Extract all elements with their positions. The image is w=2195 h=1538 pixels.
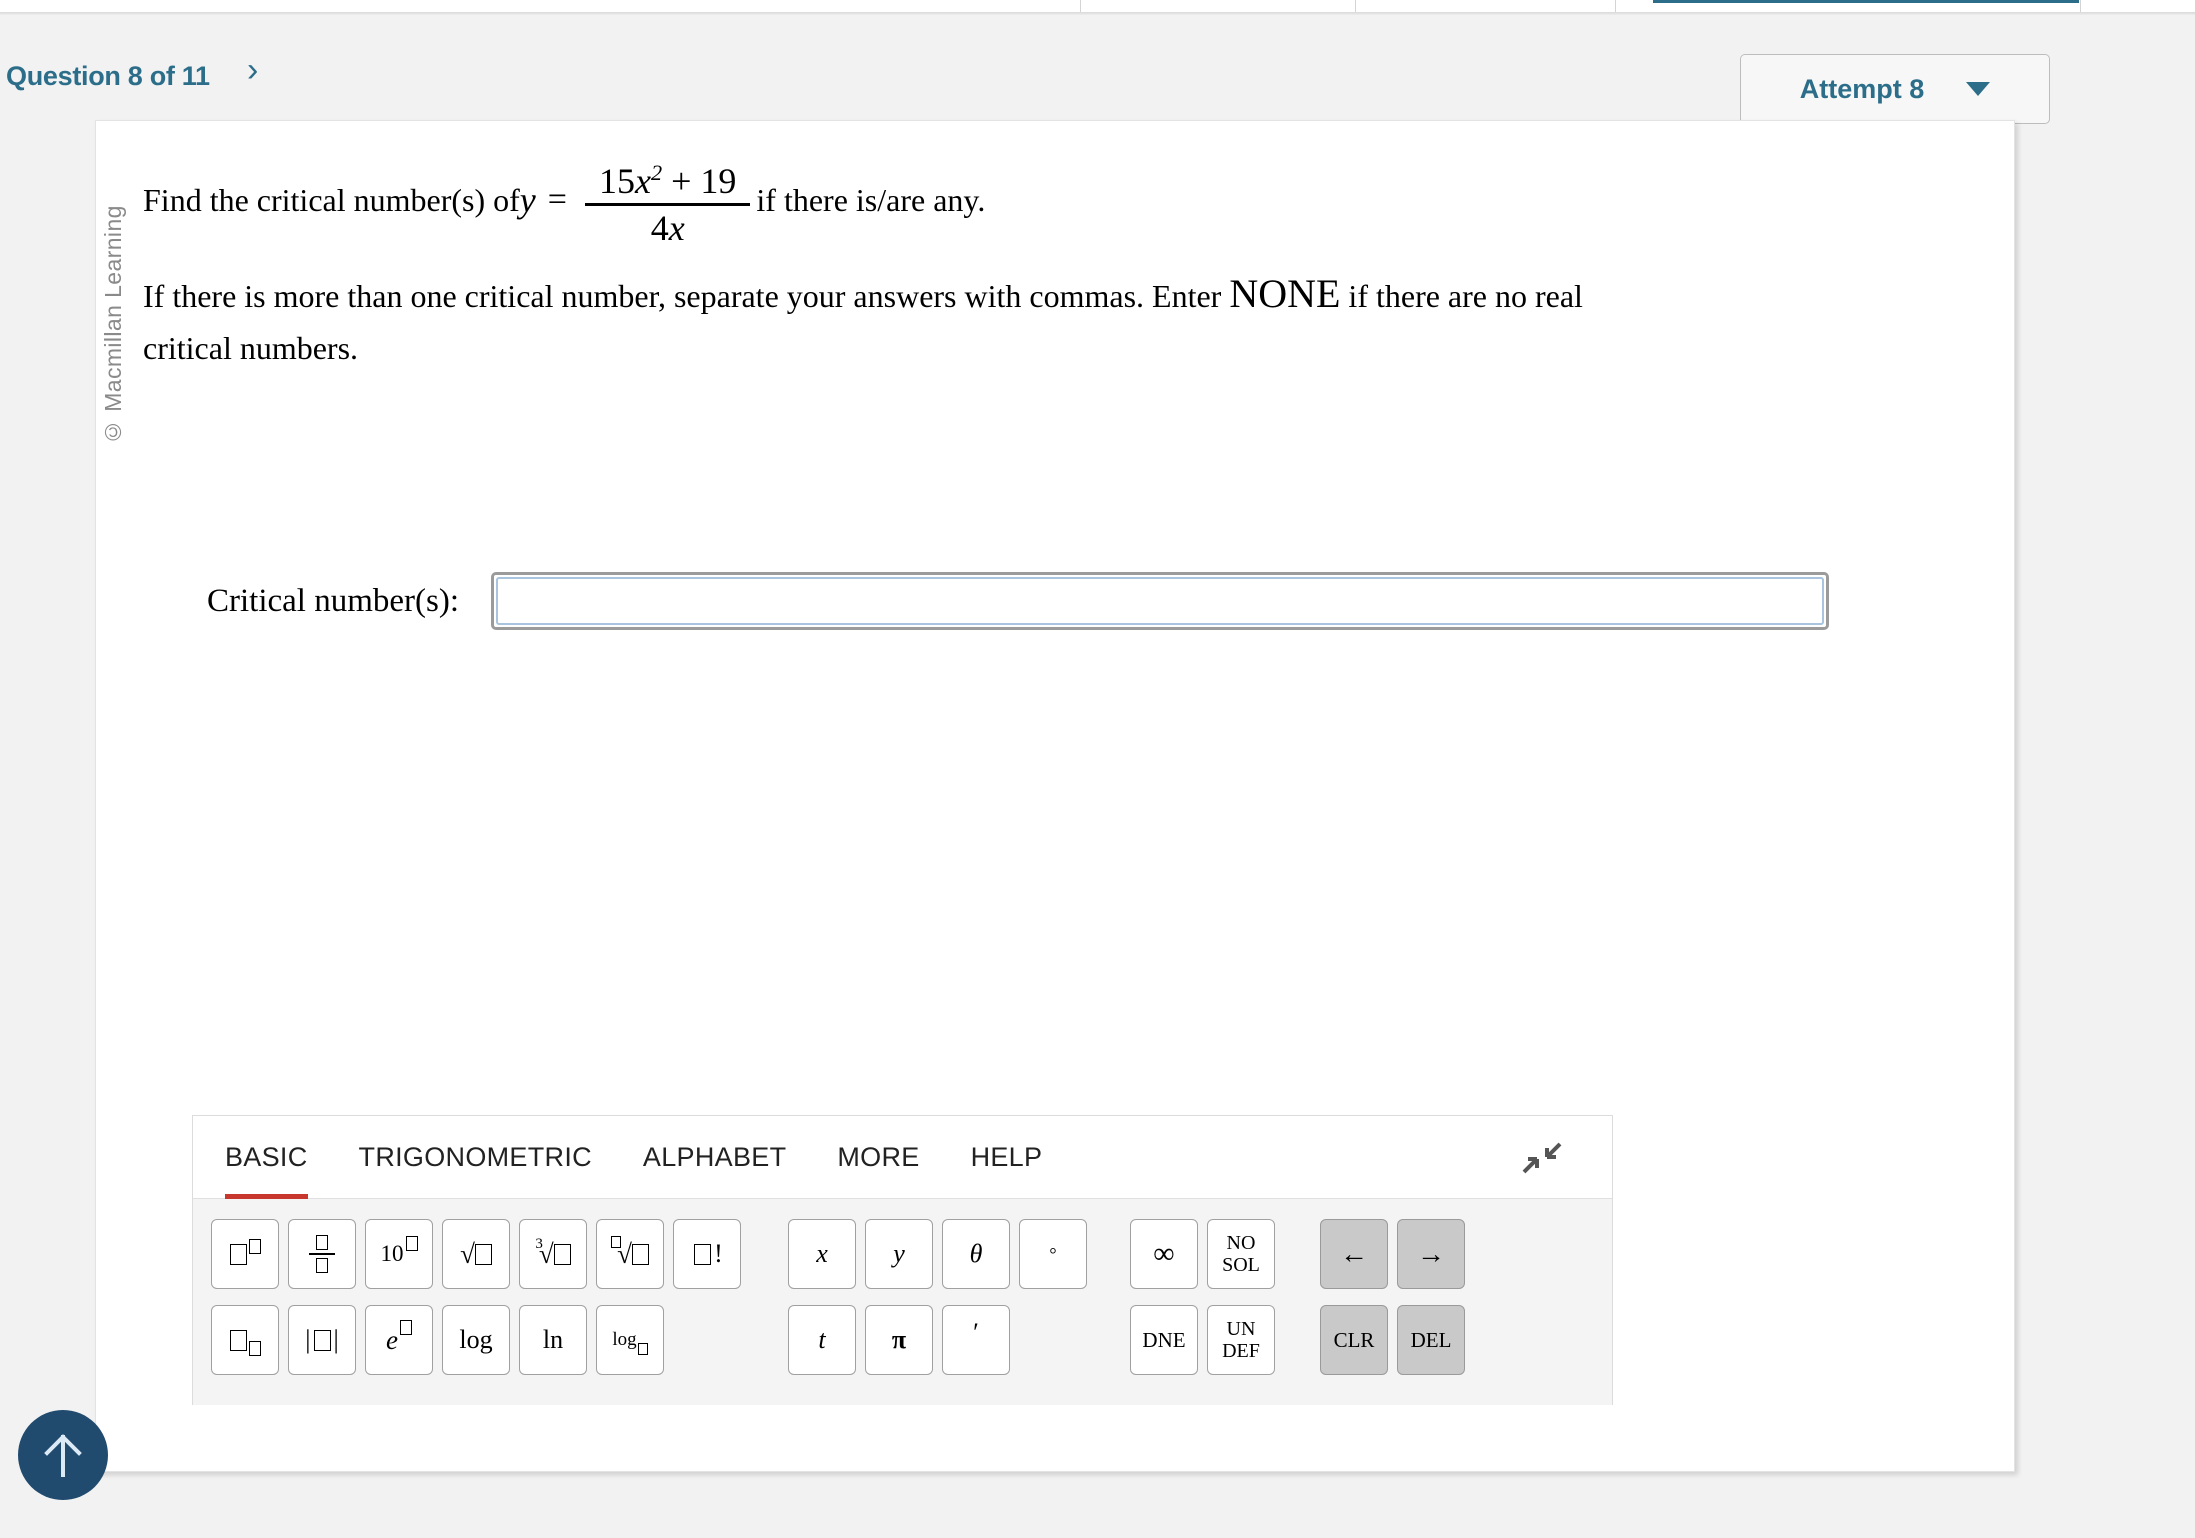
undefined-key[interactable]: UN DEF: [1207, 1305, 1275, 1375]
problem-suffix-text: if there is/are any.: [756, 181, 986, 218]
tab-trigonometric[interactable]: TRIGONOMETRIC: [359, 1116, 592, 1199]
tab-help[interactable]: HELP: [971, 1116, 1043, 1199]
attempt-label: Attempt 8: [1799, 73, 1925, 104]
undefined-line1: UN: [1226, 1318, 1256, 1340]
keypad-row: DNE UN DEF: [1130, 1305, 1284, 1383]
problem-fraction: 15x2 + 19 4x: [584, 151, 751, 250]
pi-key[interactable]: π: [865, 1305, 933, 1375]
numerator-exponent: 2: [650, 159, 663, 185]
problem-statement: Find the critical number(s) of y = 15x2 …: [143, 140, 1883, 367]
undefined-line2: DEF: [1222, 1340, 1260, 1362]
nav-active-tab-underline: [1653, 0, 2079, 3]
keypad-row: CLR DEL: [1320, 1305, 1474, 1383]
theta-key[interactable]: θ: [942, 1219, 1010, 1289]
answer-input-wrapper[interactable]: [491, 572, 1830, 630]
keypad-row: t π ′: [788, 1305, 1096, 1383]
arrow-up-icon: [44, 1434, 82, 1477]
nav-divider: [1355, 0, 1356, 12]
nav-divider: [1080, 0, 1081, 12]
no-solution-line2: SOL: [1222, 1254, 1260, 1276]
tab-more[interactable]: MORE: [837, 1116, 919, 1199]
square-root-key[interactable]: √: [442, 1219, 510, 1289]
prime-key[interactable]: ′: [942, 1305, 1010, 1375]
problem-prefix-text: Find the critical number(s) of: [143, 181, 520, 218]
variable-t-key[interactable]: t: [788, 1305, 856, 1375]
keypad-row: x y θ °: [788, 1219, 1096, 1297]
keypad-group-math: 10 √ 3 √ √ ! | | e log ln log: [211, 1219, 750, 1391]
top-nav-strip: [0, 0, 2195, 12]
fraction-key[interactable]: [288, 1219, 356, 1289]
copyright-notice: © Macmillan Learning: [100, 205, 126, 445]
exponential-e-key[interactable]: e: [365, 1305, 433, 1375]
equals-sign: =: [547, 181, 567, 218]
keypad-row: | | e log ln log: [211, 1305, 750, 1383]
keypad-group-variables: x y θ ° t π ′: [788, 1219, 1096, 1391]
question-counter: Question 8 of 11: [6, 61, 210, 91]
nav-divider: [1615, 0, 1616, 12]
answer-row: Critical number(s):: [207, 572, 1830, 630]
natural-log-key[interactable]: ln: [519, 1305, 587, 1375]
collapse-arrows-icon[interactable]: [1520, 1138, 1564, 1178]
nav-divider: [2080, 0, 2081, 12]
cursor-left-key[interactable]: ←: [1320, 1219, 1388, 1289]
factorial-key[interactable]: !: [673, 1219, 741, 1289]
scroll-to-top-button[interactable]: [18, 1410, 108, 1500]
keypad-key-area: 10 √ 3 √ √ ! | | e log ln log x y θ ° t …: [193, 1199, 1612, 1405]
no-solution-key[interactable]: NO SOL: [1207, 1219, 1275, 1289]
chevron-down-icon: [1966, 82, 1991, 96]
math-keypad-panel: BASIC TRIGONOMETRIC ALPHABET MORE HELP 1…: [192, 1115, 1613, 1405]
tab-basic[interactable]: BASIC: [225, 1116, 308, 1199]
keypad-group-special: ∞ NO SOL DNE UN DEF: [1130, 1219, 1284, 1391]
keypad-row: ∞ NO SOL: [1130, 1219, 1284, 1297]
keypad-row: 10 √ 3 √ √ !: [211, 1219, 750, 1297]
problem-variable-y: y: [519, 180, 536, 220]
keypad-row: ← →: [1320, 1219, 1474, 1297]
power-key[interactable]: [211, 1219, 279, 1289]
answer-label: Critical number(s):: [207, 582, 460, 619]
problem-line-1: Find the critical number(s) of y = 15x2 …: [143, 140, 1883, 260]
numerator-variable: x: [634, 160, 651, 201]
degree-key[interactable]: °: [1019, 1219, 1087, 1289]
attempt-selector-dropdown[interactable]: Attempt 8: [1740, 54, 2050, 124]
variable-x-key[interactable]: x: [788, 1219, 856, 1289]
subscript-key[interactable]: [211, 1305, 279, 1375]
problem-line2-part1: If there is more than one critical numbe…: [143, 278, 1230, 314]
keypad-group-controls: ← → CLR DEL: [1320, 1219, 1474, 1391]
log-base-key[interactable]: log: [596, 1305, 664, 1375]
none-keyword: NONE: [1229, 271, 1341, 316]
next-question-chevron-icon[interactable]: ›: [247, 53, 258, 87]
log-key[interactable]: log: [442, 1305, 510, 1375]
fraction-denominator: 4x: [650, 207, 685, 248]
critical-numbers-input[interactable]: [496, 577, 1825, 625]
no-solution-line1: NO: [1226, 1232, 1256, 1254]
numerator-addend: + 19: [671, 160, 737, 201]
problem-line2-part2: if there are no real: [1340, 278, 1583, 314]
question-header: Question 8 of 11 › Attempt 8: [0, 15, 2195, 124]
tab-alphabet[interactable]: ALPHABET: [643, 1116, 786, 1199]
dne-key[interactable]: DNE: [1130, 1305, 1198, 1375]
problem-line-2: If there is more than one critical numbe…: [143, 268, 1843, 374]
nth-root-key[interactable]: √: [596, 1219, 664, 1289]
variable-y-key[interactable]: y: [865, 1219, 933, 1289]
cube-root-key[interactable]: 3 √: [519, 1219, 587, 1289]
fraction-numerator: 15x2 + 19: [585, 151, 750, 203]
numerator-coefficient: 15: [598, 160, 635, 201]
keypad-tab-bar: BASIC TRIGONOMETRIC ALPHABET MORE HELP: [193, 1116, 1612, 1199]
absolute-value-key[interactable]: | |: [288, 1305, 356, 1375]
cursor-right-key[interactable]: →: [1397, 1219, 1465, 1289]
delete-key[interactable]: DEL: [1397, 1305, 1465, 1375]
power-of-ten-key[interactable]: 10: [365, 1219, 433, 1289]
problem-line-3: critical numbers.: [143, 330, 359, 366]
clear-key[interactable]: CLR: [1320, 1305, 1388, 1375]
infinity-key[interactable]: ∞: [1130, 1219, 1198, 1289]
